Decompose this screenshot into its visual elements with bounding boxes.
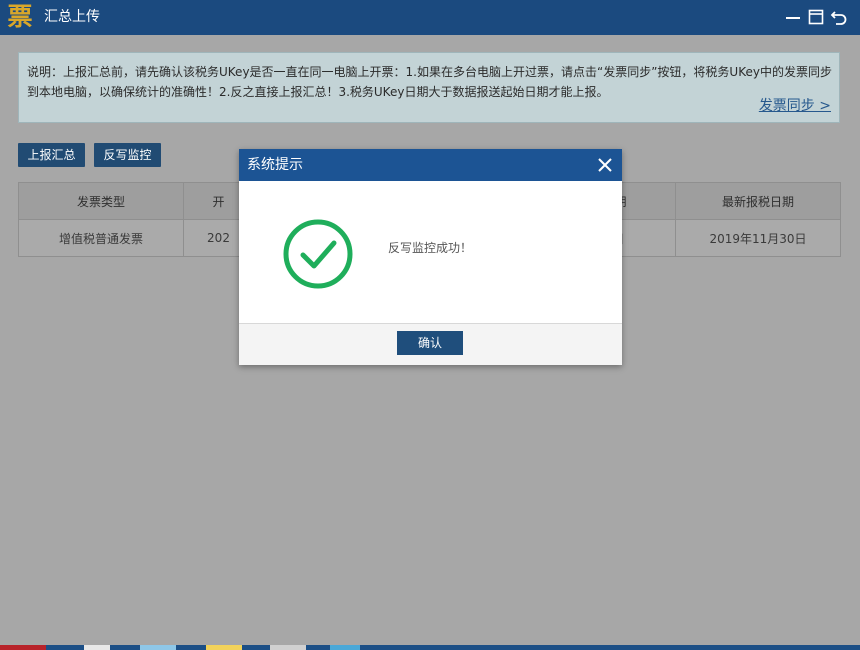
minimize-icon[interactable] <box>784 8 802 26</box>
writeback-monitor-button[interactable]: 反写监控 <box>94 143 161 167</box>
notice-text: 说明：上报汇总前，请先确认该税务UKey是否一直在同一电脑上开票：1.如果在多台… <box>27 65 832 99</box>
dialog-title: 系统提示 <box>247 157 303 173</box>
app-logo: 票 <box>7 2 33 31</box>
taskbar-app-icon[interactable] <box>0 645 46 650</box>
header-latest-tax-date: 最新报税日期 <box>675 182 841 220</box>
taskbar-app-icon[interactable] <box>206 645 242 650</box>
taskbar-app-icon[interactable] <box>330 645 360 650</box>
taskbar-app-icon[interactable] <box>140 645 176 650</box>
back-icon[interactable] <box>830 8 848 26</box>
upload-summary-button[interactable]: 上报汇总 <box>18 143 85 167</box>
close-icon[interactable] <box>596 156 614 174</box>
title-bar: 票 汇总上传 <box>0 0 860 35</box>
taskbar-app-icon[interactable] <box>84 645 110 650</box>
confirm-button[interactable]: 确认 <box>397 331 463 355</box>
system-prompt-dialog: 系统提示 反写监控成功！ 确认 <box>239 149 622 365</box>
notice-box: 说明：上报汇总前，请先确认该税务UKey是否一直在同一电脑上开票：1.如果在多台… <box>18 52 840 123</box>
invoice-sync-link[interactable]: 发票同步 > <box>759 95 831 115</box>
dialog-footer: 确认 <box>239 324 622 365</box>
maximize-icon[interactable] <box>807 8 825 26</box>
dialog-message: 反写监控成功！ <box>388 241 473 255</box>
dialog-header: 系统提示 <box>239 149 622 181</box>
cell-latest-tax-date: 2019年11月30日 <box>675 219 841 257</box>
cell-invoice-type: 增值税普通发票 <box>18 219 184 257</box>
taskbar-app-icon[interactable] <box>270 645 306 650</box>
taskbar <box>0 645 860 650</box>
window-title: 汇总上传 <box>44 9 100 25</box>
header-invoice-type: 发票类型 <box>18 182 184 220</box>
success-check-icon <box>283 219 353 289</box>
